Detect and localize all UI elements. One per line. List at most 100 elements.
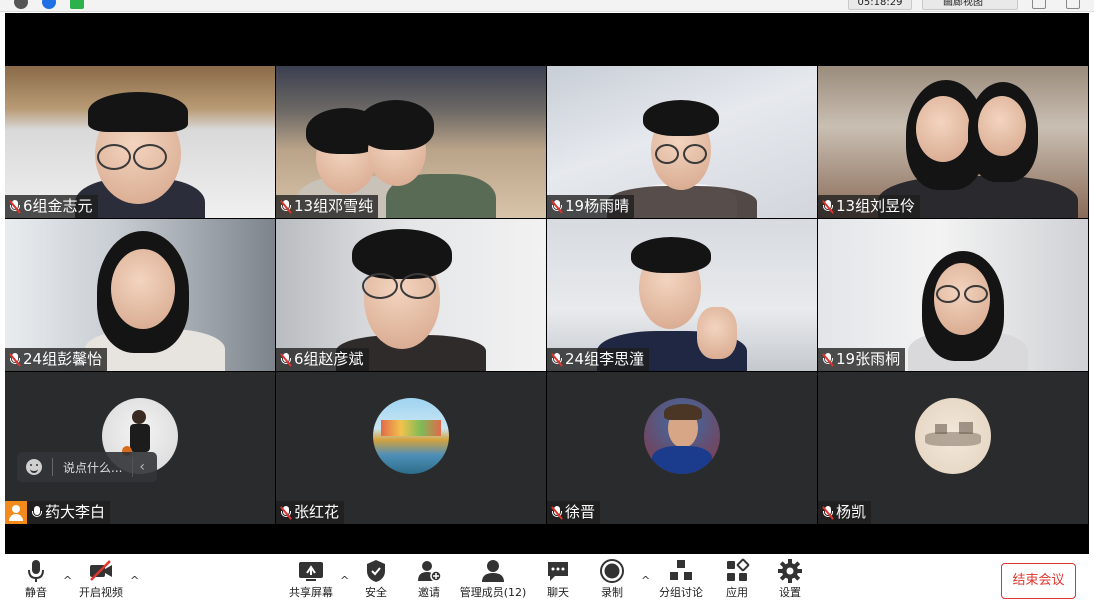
participant-name-tag: 19杨雨晴 [547, 195, 635, 218]
share-screen-label: 共享屏幕 [289, 586, 333, 599]
add-user-icon [416, 558, 442, 584]
settings-label: 设置 [779, 586, 801, 599]
record-options-caret[interactable]: ^ [641, 574, 650, 587]
mic-muted-icon [551, 199, 563, 214]
mic-muted-icon [280, 505, 292, 520]
video-gallery: 6组金志元 13组邓雪纯 19杨雨晴 13组刘昱伶 24组彭馨怡 6组赵彦斌 2… [5, 13, 1089, 554]
participant-name-tag: 24组李思潼 [547, 348, 650, 371]
avatar [644, 398, 720, 474]
view-mode-button[interactable]: 画廊视图 [922, 0, 1018, 10]
participant-name: 6组赵彦斌 [294, 350, 364, 368]
meeting-toolbar: 静音 ^ 开启视频 ^ 共享屏幕 ^ 安全 邀请 管理成员(12) 聊天 录制 … [0, 554, 1094, 608]
end-meeting-button[interactable]: 结束会议 [1001, 563, 1076, 599]
participant-name: 杨凯 [836, 503, 867, 521]
mic-muted-icon [9, 199, 21, 214]
security-label: 安全 [365, 586, 387, 599]
video-tile[interactable]: 徐晋 [547, 372, 817, 524]
window-title-bar: 05:18:29 画廊视图 [0, 0, 1094, 12]
mute-button[interactable]: 静音 [21, 558, 51, 604]
video-tile[interactable]: 19张雨桐 [818, 219, 1088, 371]
chat-input[interactable]: 说点什么... ‹ [17, 452, 157, 482]
collapse-chevron-icon[interactable]: ‹ [132, 457, 151, 477]
participant-name-tag: 19张雨桐 [818, 348, 906, 371]
participants-icon [480, 558, 506, 584]
video-options-caret[interactable]: ^ [130, 574, 139, 587]
mic-muted-icon [551, 352, 563, 367]
mute-label: 静音 [25, 586, 47, 599]
invite-label: 邀请 [418, 586, 440, 599]
manage-participants-button[interactable]: 管理成员(12) [460, 558, 526, 604]
participant-name-tag: 6组赵彦斌 [276, 348, 369, 371]
breakout-rooms-icon [668, 558, 694, 584]
chat-icon [545, 558, 571, 584]
fullscreen-icon[interactable] [1032, 0, 1046, 9]
avatar [915, 398, 991, 474]
video-tile[interactable]: 24组李思潼 [547, 219, 817, 371]
chat-label: 聊天 [547, 586, 569, 599]
participant-name: 24组李思潼 [565, 350, 645, 368]
video-off-icon [88, 558, 114, 584]
participant-name: 19杨雨晴 [565, 197, 630, 215]
mic-muted-icon [822, 505, 834, 520]
breakout-rooms-label: 分组讨论 [659, 586, 703, 599]
participant-name-tag: 药大李白 [5, 501, 111, 524]
share-screen-icon [298, 558, 324, 584]
mic-muted-icon [822, 352, 834, 367]
participant-name: 徐晋 [565, 503, 596, 521]
manage-participants-label: 管理成员(12) [459, 586, 527, 599]
shield-icon[interactable] [42, 0, 56, 9]
video-tile[interactable]: 张红花 [276, 372, 546, 524]
participant-name-tag: 24组彭馨怡 [5, 348, 108, 371]
participant-name: 6组金志元 [23, 197, 93, 215]
video-tile[interactable]: 杨凯 [818, 372, 1088, 524]
audio-options-caret[interactable]: ^ [63, 574, 72, 587]
participant-name: 13组邓雪纯 [294, 197, 374, 215]
mic-muted-icon [280, 352, 292, 367]
host-icon [5, 501, 27, 524]
start-video-button[interactable]: 开启视频 [76, 558, 126, 604]
apps-icon [724, 558, 750, 584]
record-button[interactable]: 录制 [598, 558, 626, 604]
security-button[interactable]: 安全 [362, 558, 390, 604]
apps-label: 应用 [726, 586, 748, 599]
record-label: 录制 [601, 586, 623, 599]
signal-icon[interactable] [70, 0, 84, 9]
mic-icon [31, 505, 42, 520]
video-tile[interactable]: 13组刘昱伶 [818, 66, 1088, 218]
window-icon[interactable] [1066, 0, 1080, 9]
mic-muted-icon [280, 199, 292, 214]
start-video-label: 开启视频 [79, 586, 123, 599]
record-icon [599, 558, 625, 584]
participant-name-tag: 13组刘昱伶 [818, 195, 921, 218]
participant-name: 药大李白 [45, 503, 106, 521]
video-tile[interactable]: 6组金志元 [5, 66, 275, 218]
meeting-timer: 05:18:29 [848, 0, 912, 10]
video-tile[interactable]: 19杨雨晴 [547, 66, 817, 218]
participant-name: 24组彭馨怡 [23, 350, 103, 368]
shield-icon [363, 558, 389, 584]
video-tile[interactable]: 6组赵彦斌 [276, 219, 546, 371]
video-tile[interactable]: 24组彭馨怡 [5, 219, 275, 371]
participant-name-tag: 徐晋 [547, 501, 601, 524]
participant-name-tag: 6组金志元 [5, 195, 98, 218]
avatar [373, 398, 449, 474]
mic-muted-icon [551, 505, 563, 520]
gear-icon [777, 558, 803, 584]
participant-name: 张红花 [294, 503, 340, 521]
share-screen-button[interactable]: 共享屏幕 [285, 558, 337, 604]
settings-button[interactable]: 设置 [776, 558, 804, 604]
chat-button[interactable]: 聊天 [544, 558, 572, 604]
participant-name: 19张雨桐 [836, 350, 901, 368]
video-tile[interactable]: 说点什么... ‹ 药大李白 [5, 372, 275, 524]
emoji-icon[interactable] [26, 459, 42, 475]
share-options-caret[interactable]: ^ [340, 574, 349, 587]
apps-button[interactable]: 应用 [723, 558, 751, 604]
chat-placeholder: 说点什么... [63, 460, 123, 475]
participant-name-tag: 13组邓雪纯 [276, 195, 379, 218]
participant-name-tag: 杨凯 [818, 501, 872, 524]
video-tile[interactable]: 13组邓雪纯 [276, 66, 546, 218]
info-icon[interactable] [14, 0, 28, 9]
microphone-icon [23, 558, 49, 584]
breakout-rooms-button[interactable]: 分组讨论 [658, 558, 704, 604]
invite-button[interactable]: 邀请 [415, 558, 443, 604]
